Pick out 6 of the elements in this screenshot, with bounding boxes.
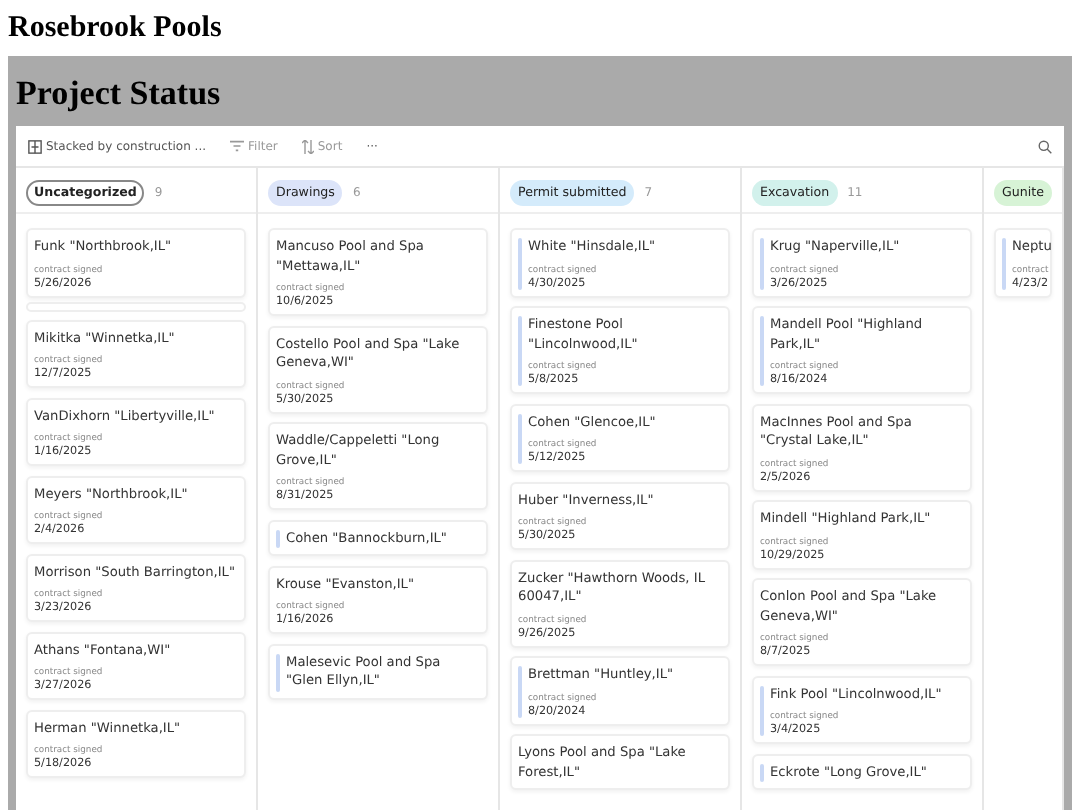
search-icon[interactable] <box>1038 139 1052 153</box>
site-title: Rosebrook Pools <box>8 9 224 47</box>
board-icon <box>28 139 42 153</box>
sort-icon <box>301 139 314 153</box>
panel-title: Project Status <box>16 71 223 116</box>
filter-icon <box>230 140 245 152</box>
